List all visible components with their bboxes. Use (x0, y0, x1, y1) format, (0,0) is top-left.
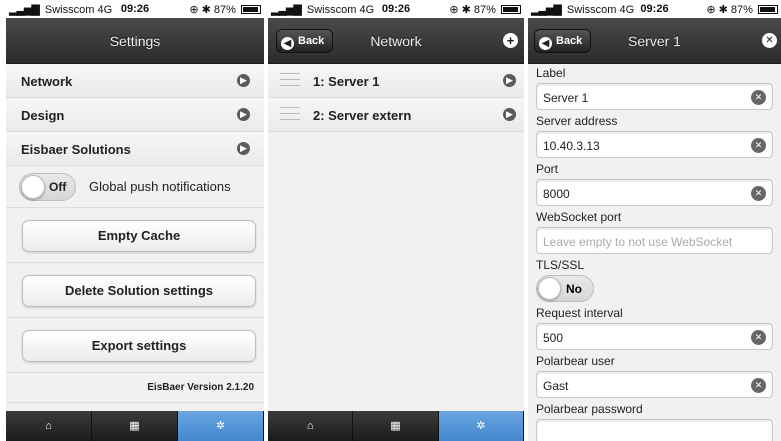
server-address-label: Server address (536, 114, 618, 128)
port-value: 8000 (543, 187, 570, 201)
server-address-input[interactable]: 10.40.3.13 ✕ (536, 131, 773, 158)
gear-icon: ✲ (476, 420, 486, 432)
toggle-state: No (566, 282, 582, 296)
empty-cache-button[interactable]: Empty Cache (22, 220, 256, 252)
settings-screen: ▂▃▅▇ Swisscom 4G 09:26 ⊕ ✱ 87% Settings … (6, 0, 264, 441)
polarbear-password-input[interactable] (536, 419, 773, 441)
port-input[interactable]: 8000 ✕ (536, 179, 773, 206)
polarbear-user-label: Polarbear user (536, 354, 615, 368)
toggle-knob (21, 175, 45, 199)
chevron-right-icon: ▶ (503, 108, 516, 121)
list-item-design[interactable]: Design ▶ (6, 98, 264, 132)
tab-grid[interactable]: ▦ (92, 411, 178, 441)
status-icons: ⊕ ✱ (706, 4, 728, 16)
battery-percent: 87% (730, 4, 753, 16)
server-item-label: 1: Server 1 (313, 74, 380, 89)
list-item-label: Eisbaer Solutions (21, 142, 131, 157)
clear-icon[interactable]: ✕ (751, 138, 766, 153)
battery-icon (241, 5, 261, 14)
home-icon: ⌂ (306, 420, 314, 432)
tab-home[interactable]: ⌂ (268, 411, 354, 441)
server-item-1[interactable]: 1: Server 1 ▶ (268, 64, 524, 98)
tab-settings[interactable]: ✲ (178, 411, 264, 441)
status-bar: ▂▃▅▇ Swisscom 4G 09:26 ⊕ ✱ 87% (6, 0, 264, 18)
port-label: Port (536, 162, 559, 176)
server-address-value: 10.40.3.13 (543, 139, 600, 153)
request-interval-label: Request interval (536, 306, 623, 320)
polarbear-user-value: Gast (543, 379, 569, 393)
tab-bar: ⌂ ▦ ✲ (6, 411, 264, 441)
page-title: Server 1 (628, 33, 681, 49)
websocket-port-placeholder: Leave empty to not use WebSocket (543, 235, 733, 249)
list-item-label: Network (21, 74, 73, 89)
tab-settings[interactable]: ✲ (438, 411, 524, 441)
push-notifications-toggle[interactable]: Off (19, 173, 76, 201)
server-detail-screen: ▂▃▅▇ Swisscom 4G 09:26 ⊕ ✱ 87% ◀ Back Ser… (528, 0, 781, 441)
export-settings-button[interactable]: Export settings (22, 330, 256, 362)
websocket-port-label: WebSocket port (536, 210, 622, 224)
drag-handle-icon[interactable] (280, 73, 300, 88)
clear-icon[interactable]: ✕ (751, 90, 766, 105)
server-form: Label Server 1 ✕ Server address 10.40.3.… (528, 64, 781, 441)
close-icon[interactable]: ✕ (762, 33, 777, 48)
chevron-right-icon: ▶ (237, 142, 250, 155)
clear-icon[interactable]: ✕ (751, 378, 766, 393)
polarbear-user-input[interactable]: Gast ✕ (536, 371, 773, 398)
label-field-label: Label (536, 66, 566, 80)
server-item-label: 2: Server extern (313, 108, 412, 123)
home-icon: ⌂ (45, 420, 52, 432)
toggle-knob (538, 277, 561, 300)
tls-ssl-label: TLS/SSL (536, 258, 585, 272)
chevron-right-icon: ▶ (237, 108, 250, 121)
polarbear-password-label: Polarbear password (536, 402, 643, 416)
tab-home[interactable]: ⌂ (6, 411, 92, 441)
battery-icon (501, 5, 521, 14)
network-screen: ▂▃▅▇ Swisscom 4G 09:26 ⊕ ✱ 87% ◀ Back Net… (268, 0, 524, 441)
page-title: Settings (109, 33, 161, 49)
header-bar: ◀ Back Network + (268, 18, 524, 64)
drag-handle-icon[interactable] (280, 107, 300, 122)
push-notifications-row: Off Global push notifications (6, 166, 264, 208)
list-item-label: Design (21, 108, 65, 123)
grid-icon: ▦ (390, 420, 401, 432)
tls-ssl-toggle[interactable]: No (536, 275, 594, 302)
list-item-eisbaer-solutions[interactable]: Eisbaer Solutions ▶ (6, 132, 264, 166)
status-bar: ▂▃▅▇ Swisscom 4G 09:26 ⊕ ✱ 87% (528, 0, 781, 18)
battery-icon (758, 5, 778, 14)
status-icons: ⊕ ✱ (189, 4, 211, 16)
version-text: EisBaer Version 2.1.20 (147, 382, 254, 393)
status-bar: ▂▃▅▇ Swisscom 4G 09:26 ⊕ ✱ 87% (268, 0, 524, 18)
request-interval-value: 500 (543, 331, 564, 345)
clear-icon[interactable]: ✕ (751, 330, 766, 345)
header-bar: ◀ Back Server 1 ✕ (528, 18, 781, 64)
chevron-right-icon: ▶ (237, 74, 250, 87)
grid-icon: ▦ (129, 420, 140, 432)
label-input-value: Server 1 (543, 91, 589, 105)
page-title: Network (370, 33, 422, 49)
status-icons: ⊕ ✱ (449, 4, 471, 16)
label-input[interactable]: Server 1 ✕ (536, 83, 773, 110)
toggle-state: Off (49, 180, 67, 194)
battery-percent: 87% (473, 4, 496, 16)
delete-solution-settings-button[interactable]: Delete Solution settings (22, 275, 256, 307)
push-notifications-label: Global push notifications (89, 179, 231, 194)
list-item-network[interactable]: Network ▶ (6, 64, 264, 98)
clear-icon[interactable]: ✕ (751, 186, 766, 201)
websocket-port-input[interactable]: Leave empty to not use WebSocket (536, 227, 773, 254)
server-item-2[interactable]: 2: Server extern ▶ (268, 98, 524, 132)
plus-icon[interactable]: + (503, 33, 518, 48)
request-interval-input[interactable]: 500 ✕ (536, 323, 773, 350)
battery-percent: 87% (213, 4, 236, 16)
version-row: EisBaer Version 2.1.20 (6, 373, 264, 403)
gear-icon: ✲ (215, 420, 226, 432)
tab-bar: ⌂ ▦ ✲ (268, 411, 524, 441)
tab-grid[interactable]: ▦ (353, 411, 439, 441)
header-bar: Settings (6, 18, 264, 64)
chevron-right-icon: ▶ (503, 74, 516, 87)
